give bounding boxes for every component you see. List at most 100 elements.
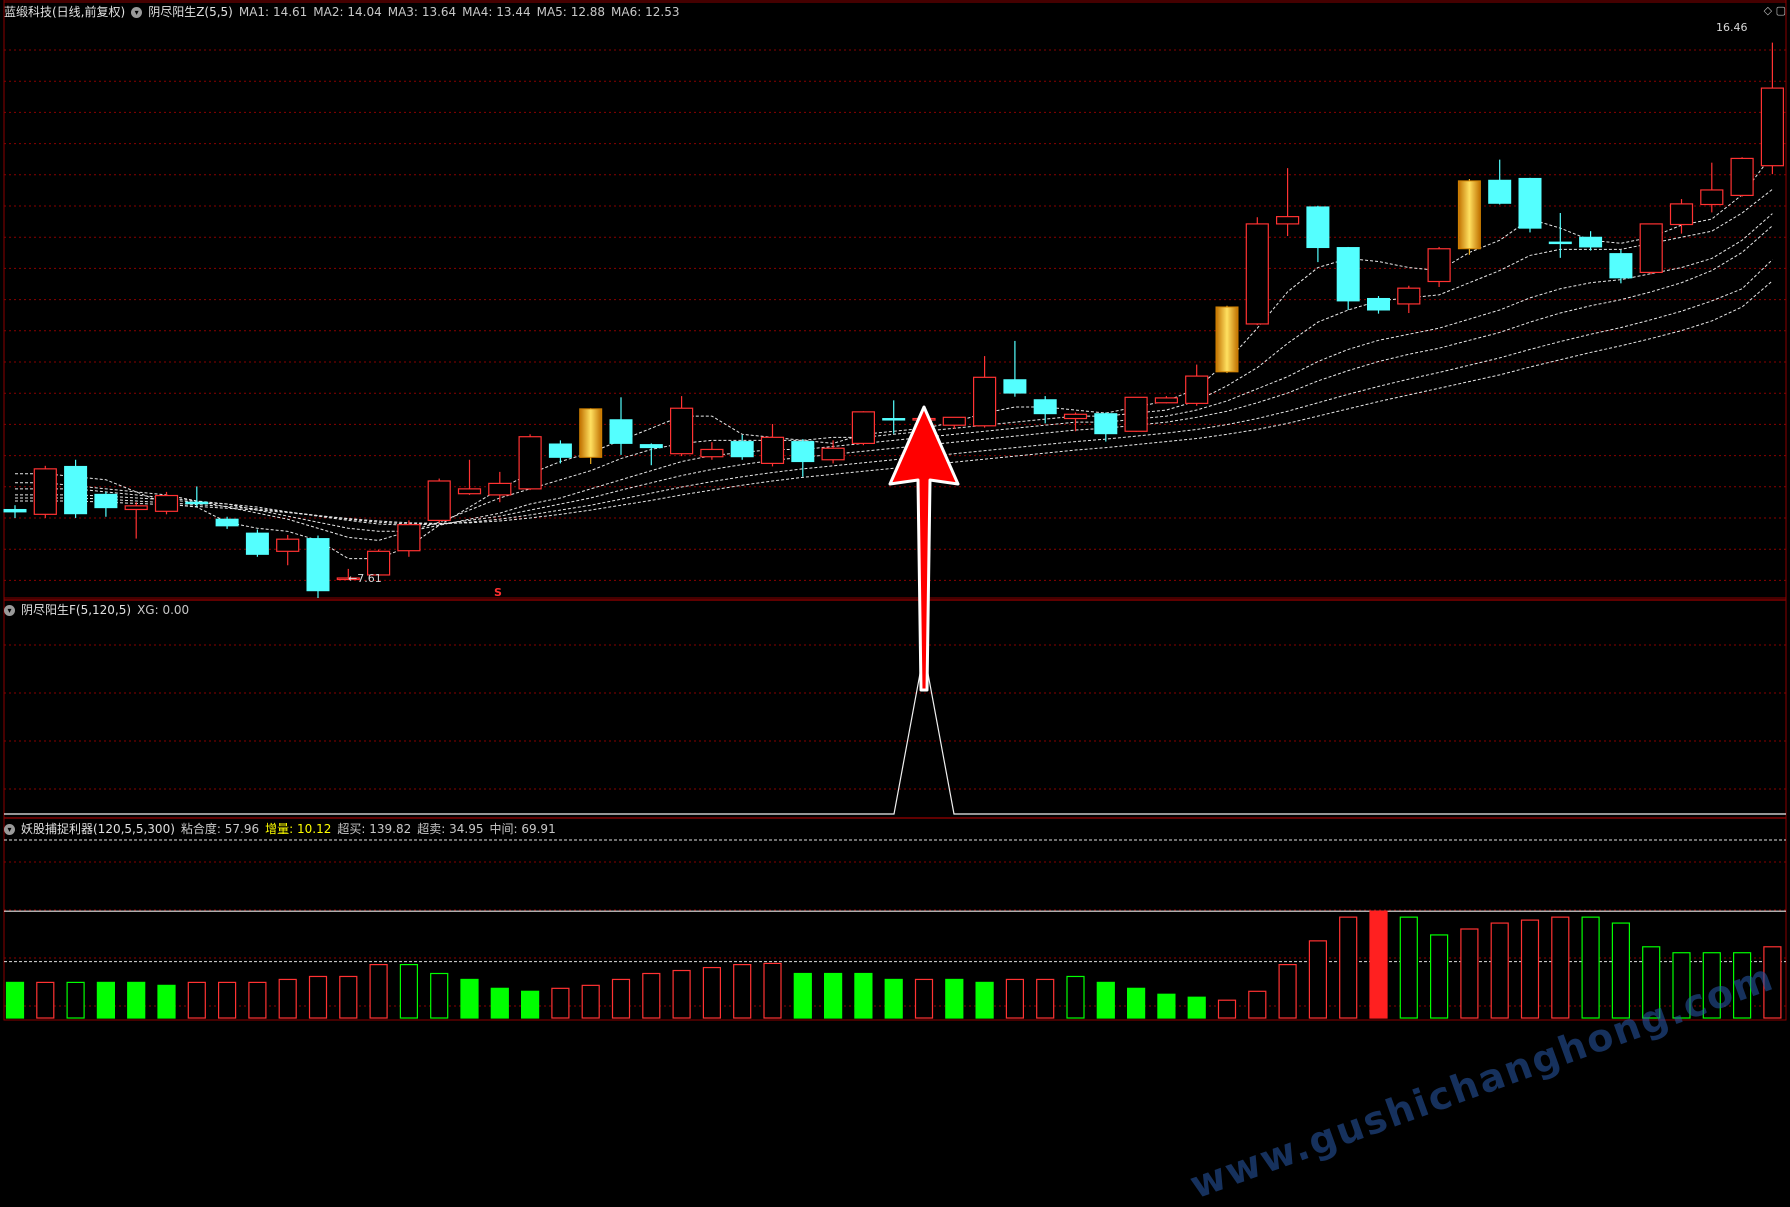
candle-body-down [1579, 236, 1603, 248]
indicator-bar [642, 972, 661, 1019]
indicator-bar [248, 981, 267, 1019]
ma3-readout: MA3: 13.64 [387, 5, 457, 19]
indicator-bar [1248, 990, 1267, 1019]
indicator-bar [96, 981, 116, 1019]
indicator-bar [1005, 978, 1025, 1019]
indicator-bar [1126, 987, 1146, 1019]
field-readout: 超卖: 34.95 [417, 822, 484, 836]
panel2-indicator-name: 阴尽阳生F(5,120,5) [21, 603, 132, 617]
indicator-bar [975, 981, 994, 1019]
indicator-bar [551, 987, 570, 1019]
candle-body-up [518, 436, 542, 490]
indicator-toggle-icon[interactable]: ▾ [4, 604, 15, 616]
candle-body-up [1124, 396, 1148, 432]
candle-body-up [1760, 87, 1785, 167]
field-readout: 中间: 69.91 [489, 822, 556, 836]
indicator-bar [1278, 963, 1297, 1019]
indicator-bar [187, 981, 206, 1019]
candle-body-down [245, 532, 269, 555]
indicator-bar [157, 984, 176, 1019]
candle-body-up [972, 376, 997, 427]
indicator-bar [793, 972, 812, 1019]
indicator-bar [702, 966, 722, 1019]
candle-body-up [851, 411, 876, 444]
candle-body-up [1730, 157, 1754, 197]
indicator-toggle-icon[interactable]: ▾ [131, 6, 143, 18]
candle-body-down [1306, 206, 1330, 249]
candle-body-gold [1457, 180, 1481, 250]
candle-body-up [1669, 203, 1694, 226]
candle-body-up [1245, 223, 1269, 325]
indicator-bar [1157, 993, 1176, 1019]
indicator-bar [1339, 916, 1358, 1019]
candle-body-down [1367, 297, 1390, 311]
candle-body-up [1063, 413, 1088, 420]
candle-body-gold [579, 408, 603, 458]
indicator-bar [5, 981, 25, 1019]
stock-chart[interactable] [0, 0, 1790, 1021]
candle-body-up [1427, 248, 1451, 283]
candle-body-up [760, 436, 785, 464]
candle-body-down [791, 441, 815, 463]
candle-body-down [609, 419, 633, 444]
indicator-bar [460, 978, 479, 1019]
indicator-bar [763, 962, 782, 1019]
ma-line-ma2 [15, 188, 1773, 541]
indicator-bar [1187, 996, 1206, 1019]
field-readout: 增量: 10.12 [265, 822, 332, 836]
indicator-bar [1520, 919, 1540, 1019]
indicator-bar [66, 981, 85, 1019]
indicator-bar [1036, 978, 1055, 1019]
indicator-bar [399, 963, 418, 1019]
indicator-bar [1460, 928, 1479, 1019]
candle-body-down [1609, 253, 1633, 279]
indicator-bar [823, 972, 843, 1019]
candle-body-down [882, 418, 906, 421]
indicator-bar [1490, 922, 1509, 1019]
xg-readout: XG: 0.00 [137, 603, 190, 617]
indicator-bar [1308, 940, 1328, 1019]
indicator-bar [1369, 910, 1388, 1019]
indicator-bar [308, 975, 328, 1019]
signal-marker: S [494, 586, 502, 599]
indicator-bar [339, 975, 358, 1019]
field-readout: 粘合度: 57.96 [180, 822, 260, 836]
main-indicator-name: 阴尽阳生Z(5,5) [148, 5, 233, 19]
candle-body-up [1639, 223, 1663, 274]
red-arrow-annotation [888, 405, 960, 692]
indicator-bar [945, 978, 964, 1019]
candle-body-down [730, 441, 754, 458]
indicator-bar [369, 963, 388, 1019]
ma6-readout: MA6: 12.53 [611, 5, 680, 19]
candle-body-gold [1215, 306, 1239, 373]
xg-line [4, 651, 1786, 815]
candle-body-down [64, 465, 88, 515]
candle-body-down [185, 501, 209, 505]
candle-body-down [1488, 179, 1512, 204]
indicator-bar [884, 978, 903, 1019]
candle-body-up [457, 488, 482, 495]
field-readout: 超买: 139.82 [337, 822, 412, 836]
indicator-bar [672, 969, 691, 1019]
candle-body-down [1548, 241, 1572, 245]
candle-body-down [1033, 399, 1057, 415]
indicator-toggle-icon[interactable]: ▾ [4, 823, 15, 835]
indicator-bar [520, 990, 540, 1019]
ma2-readout: MA2: 14.04 [313, 5, 382, 19]
indicator-bar [490, 987, 509, 1019]
main-panel-header: 蓝缎科技(日线,前复权) ▾ 阴尽阳生Z(5,5) MA1: 14.61 MA2… [4, 2, 679, 22]
candle-body-up [427, 480, 451, 521]
ma4-readout: MA4: 13.44 [462, 5, 531, 19]
candle-body-up [1700, 189, 1724, 206]
panel3-header: ▾ 妖股捕捉利器(120,5,5,300) 粘合度: 57.96 增量: 10.… [4, 819, 556, 839]
indicator-bar [1581, 916, 1600, 1019]
panel2-header: ▾ 阴尽阳生F(5,120,5) XG: 0.00 [4, 600, 189, 620]
high-price-label: 16.46 [1716, 21, 1748, 34]
panel-corner-controls[interactable]: ◇ ▢ [1764, 4, 1786, 17]
candle-body-up [669, 407, 694, 455]
panel3-indicator-name: 妖股捕捉利器(120,5,5,300) [21, 822, 175, 836]
candle-body-up [488, 482, 512, 496]
candle-body-up [1275, 216, 1300, 225]
stock-name: 蓝缎科技(日线,前复权) [4, 5, 126, 19]
candle-body-down [1094, 413, 1118, 435]
